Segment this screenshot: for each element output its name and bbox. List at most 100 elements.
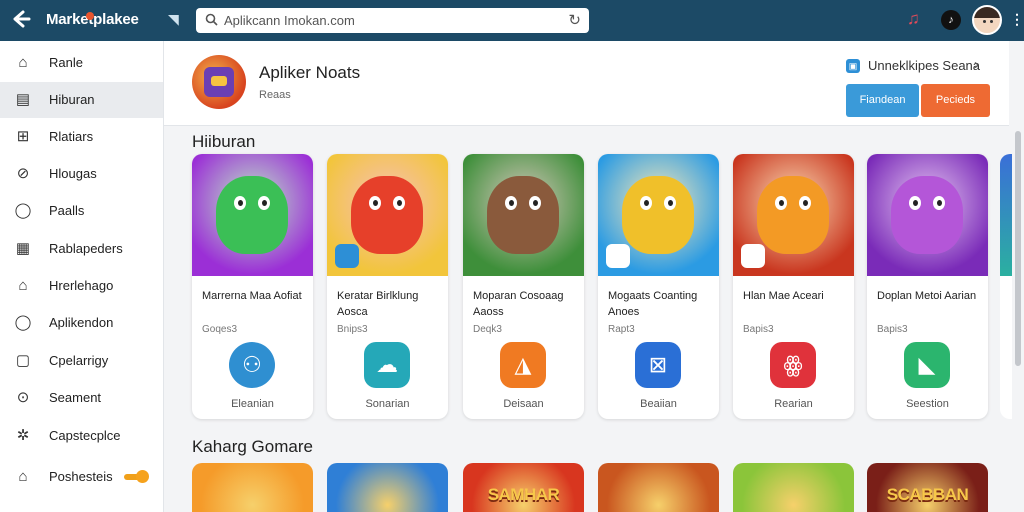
card-action-label[interactable]: Beaiian <box>598 398 719 410</box>
url-text[interactable]: Aplikcann Imokan.com <box>224 13 355 28</box>
sidebar-item[interactable]: ⌂ Ranle <box>0 45 163 81</box>
card-peek[interactable] <box>1000 154 1012 419</box>
sidebar-item[interactable]: ⊘ Hlougas <box>0 156 163 192</box>
sidebar-item[interactable]: ✲ Capstecplce <box>0 418 163 454</box>
game-artwork <box>867 154 988 276</box>
app-card[interactable]: Mogaats Coanting Anoes Rapt3 ⊠ Beaiian <box>598 154 719 419</box>
sidebar-item[interactable]: ▦ Rablapeders <box>0 231 163 267</box>
app-name: Keratar Birlklung Aosca <box>337 290 419 318</box>
app-subtitle: Reaas <box>259 89 291 101</box>
card-action-label[interactable]: Deisaan <box>463 398 584 410</box>
app-card[interactable]: Doplan Metoi Aarian Bapis3 ◣ Seestion <box>867 154 988 419</box>
sidebar-item[interactable]: ◯ Aplikendon <box>0 305 163 341</box>
header-link-label[interactable]: Unneklkipes Seana <box>868 58 980 73</box>
link-icon: ▣ <box>846 59 860 73</box>
card-action-label[interactable]: Sonarian <box>327 398 448 410</box>
sidebar-item-label: Hlougas <box>49 166 97 181</box>
sidebar-item-icon: ▦ <box>15 240 31 257</box>
section-title: Hiiburan <box>192 132 256 151</box>
game-artwork <box>327 154 448 276</box>
game-artwork <box>598 154 719 276</box>
app-name: Moparan Cosoaag Aaoss <box>473 290 564 318</box>
more-menu-icon[interactable]: ⋮ <box>1010 11 1024 28</box>
secondary-button[interactable]: Pecieds <box>921 84 990 117</box>
app-name: Hlan Mae Aceari <box>743 290 824 302</box>
sidebar-item-label: Poshesteis <box>49 469 113 484</box>
app-meta: Bapis3 <box>877 324 908 335</box>
sidebar-item[interactable]: ⊙ Seament <box>0 380 163 416</box>
sidebar-item-label: Aplikendon <box>49 315 114 330</box>
search-icon <box>205 13 218 26</box>
game-card-title: SAMHAR <box>487 485 560 504</box>
top-bar: Marketplakee ◥ Aplikcann Imokan.com ↻ ♫ … <box>0 0 1024 41</box>
app-meta: Bnips3 <box>337 324 368 335</box>
chevron-right-icon[interactable]: › <box>974 56 979 73</box>
sidebar-item[interactable]: ⌂ Hrerlehago <box>0 268 163 304</box>
app-title: Apliker Noats <box>259 63 361 82</box>
reload-icon[interactable]: ↻ <box>568 11 581 29</box>
app-logo-icon: ☁ <box>364 342 410 388</box>
sidebar-item-icon: ⊘ <box>16 165 30 182</box>
sidebar-item[interactable]: ▤ Hiburan <box>0 82 163 118</box>
scroll-thumb[interactable] <box>1015 131 1021 366</box>
brand-dot-icon <box>86 12 94 20</box>
tiktok-icon[interactable]: ♪ <box>941 10 961 30</box>
app-logo-icon: ◮ <box>500 342 546 388</box>
app-card[interactable]: Marrerna Maa Aofiat Goqes3 ⚇ Eleanian <box>192 154 313 419</box>
sidebar-item-label: Rlatiars <box>49 129 94 144</box>
tab-icon[interactable]: ◥ <box>168 11 179 28</box>
app-logo-icon: ⚇ <box>229 342 275 388</box>
sidebar-item-label: Rablapeders <box>49 241 123 256</box>
sidebar-item-label: Hiburan <box>49 92 95 107</box>
game-artwork <box>733 154 854 276</box>
sidebar-item[interactable]: ◯ Paalls <box>0 193 163 229</box>
game-card[interactable] <box>733 463 854 512</box>
app-card[interactable]: Keratar Birlklung Aosca Bnips3 ☁ Sonarian <box>327 154 448 419</box>
app-logo-icon: ◣ <box>904 342 950 388</box>
sidebar-item[interactable]: ⌂ Poshesteis <box>0 459 163 495</box>
sidebar-item-icon: ⊞ <box>16 128 30 145</box>
app-meta: Deqk3 <box>473 324 502 335</box>
toggle-switch[interactable] <box>124 470 149 483</box>
card-action-label[interactable]: Rearian <box>733 398 854 410</box>
card-action-label[interactable]: Eleanian <box>192 398 313 410</box>
app-name: Marrerna Maa Aofiat <box>202 290 302 302</box>
game-card[interactable]: SCABBAN <box>867 463 988 512</box>
back-arrow-icon[interactable] <box>10 8 34 32</box>
music-icon[interactable]: ♫ <box>907 9 920 29</box>
game-artwork <box>463 154 584 276</box>
app-meta: Bapis3 <box>743 324 774 335</box>
section-title: Kaharg Gomare <box>192 437 313 456</box>
sidebar-item-icon: ⌂ <box>18 54 28 71</box>
url-bar[interactable]: Aplikcann Imokan.com ↻ <box>196 8 589 33</box>
game-card[interactable] <box>598 463 719 512</box>
app-card[interactable]: Hlan Mae Aceari Bapis3 ꙮ Rearian <box>733 154 854 419</box>
sidebar-item-icon: ⊙ <box>16 389 30 406</box>
sidebar-item-label: Hrerlehago <box>49 278 114 293</box>
game-artwork <box>192 154 313 276</box>
game-card[interactable] <box>192 463 313 512</box>
sidebar-item[interactable]: ▢ Cpelarrigy <box>0 343 163 379</box>
game-card[interactable]: SAMHAR <box>463 463 584 512</box>
sidebar-item-icon: ◯ <box>14 202 32 219</box>
sidebar-item-icon: ⌂ <box>18 277 28 294</box>
app-meta: Rapt3 <box>608 324 635 335</box>
header-link[interactable]: ▣ Unneklkipes Seana › <box>846 56 991 75</box>
sidebar-item-label: Capstecplce <box>49 428 121 443</box>
app-card[interactable]: Moparan Cosoaag Aaoss Deqk3 ◮ Deisaan <box>463 154 584 419</box>
app-meta: Goqes3 <box>202 324 238 335</box>
sidebar-item-label: Cpelarrigy <box>49 353 109 368</box>
card-action-label[interactable]: Seestion <box>867 398 988 410</box>
sidebar-item[interactable]: ⊞ Rlatiars <box>0 119 163 155</box>
sidebar-item-icon: ◯ <box>14 314 32 331</box>
app-icon <box>192 55 246 109</box>
app-logo-icon: ꙮ <box>770 342 816 388</box>
sidebar-item-icon: ⌂ <box>18 468 28 485</box>
user-avatar[interactable] <box>972 5 1002 35</box>
sidebar: ⌂ Ranle ▤ Hiburan ⊞ Rlatiars ⊘ Hlougas ◯ Paalls ▦ R… <box>0 41 164 512</box>
primary-button[interactable]: Fiandean <box>846 84 919 117</box>
scrollbar[interactable] <box>1012 41 1024 512</box>
game-card[interactable] <box>327 463 448 512</box>
app-logo-icon: ⊠ <box>635 342 681 388</box>
sidebar-item-label: Ranle <box>49 55 83 70</box>
